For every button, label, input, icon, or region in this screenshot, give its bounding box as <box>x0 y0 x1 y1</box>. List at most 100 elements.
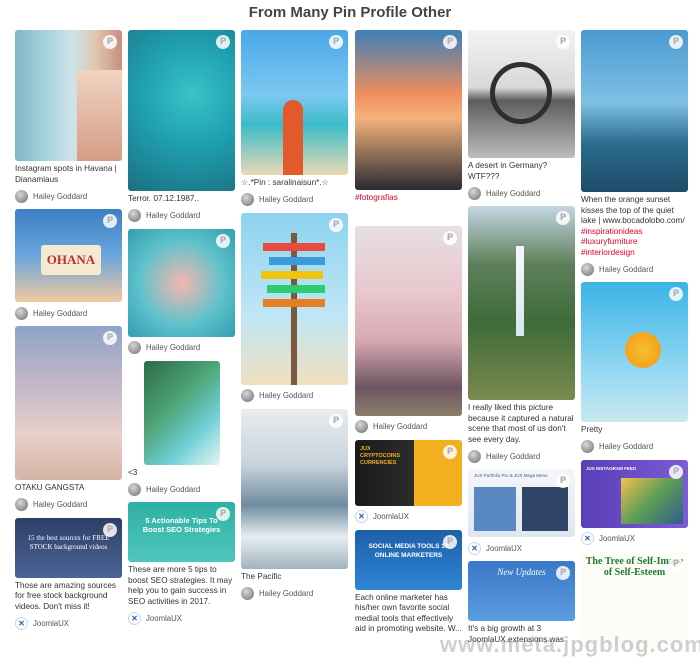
pin-image[interactable]: P <box>355 225 462 416</box>
pin-image[interactable]: P <box>15 30 122 161</box>
pin-image[interactable]: OHANA P <box>15 209 122 302</box>
pinterest-icon[interactable]: P <box>329 413 343 428</box>
pinterest-icon[interactable]: P <box>556 35 570 49</box>
pin-author[interactable]: ✕ JoomlaUX <box>468 541 575 555</box>
pin-image[interactable]: 15 the best sources for FREE STOCK backg… <box>15 517 122 578</box>
pin-author[interactable]: Hailey Goddard <box>128 209 235 223</box>
ohana-sign: OHANA <box>41 245 101 275</box>
pinterest-icon[interactable]: P <box>103 214 117 228</box>
pin-image[interactable]: JUX Portfolio Pro & JUX Mega Menu P <box>468 469 575 537</box>
pin-image[interactable]: JUX CRYPTOCOINS CURRENCIES P <box>355 439 462 506</box>
avatar <box>128 209 141 222</box>
pinterest-icon[interactable]: P <box>103 331 117 345</box>
pinterest-icon[interactable]: P <box>669 287 683 301</box>
pin-image[interactable] <box>144 360 220 465</box>
pin-card[interactable]: P When the orange sunset kisses the top … <box>581 30 688 276</box>
pin-card[interactable]: P A desert in Germany? WTF??? Hailey God… <box>468 30 575 200</box>
pinterest-icon[interactable]: P <box>443 230 457 245</box>
pin-author[interactable]: Hailey Goddard <box>241 389 348 403</box>
pin-image[interactable]: P <box>468 206 575 400</box>
avatar <box>128 341 141 354</box>
pin-card[interactable]: P Instagram spots in Havana | Dianamiaus… <box>15 30 122 203</box>
pin-card[interactable]: JUX CRYPTOCOINS CURRENCIES P ✕ JoomlaUX <box>355 439 462 524</box>
pin-image[interactable]: P <box>241 30 348 175</box>
pinterest-icon[interactable]: P <box>443 534 457 549</box>
pinterest-icon[interactable]: P <box>556 474 570 488</box>
pin-caption: <3 <box>128 467 138 477</box>
pin-image[interactable]: P <box>355 30 462 190</box>
pin-hashtag[interactable]: #luxuryfurniture <box>581 237 688 248</box>
pin-author[interactable]: Hailey Goddard <box>15 189 122 203</box>
pin-card[interactable]: P OTAKU GANGSTA Hailey Goddard <box>15 326 122 512</box>
pin-image[interactable]: P <box>581 30 688 192</box>
pinterest-icon[interactable]: P <box>329 35 343 49</box>
pin-author[interactable]: Hailey Goddard <box>128 482 235 496</box>
pin-author[interactable]: Hailey Goddard <box>468 186 575 200</box>
pin-image[interactable]: New Updates P <box>468 561 575 621</box>
pin-card[interactable]: 15 the best sources for FREE STOCK backg… <box>15 517 122 631</box>
pinterest-icon[interactable]: P <box>556 566 570 580</box>
pin-author[interactable]: Hailey Goddard <box>15 498 122 512</box>
avatar <box>241 193 254 206</box>
pin-image[interactable]: P <box>241 408 348 569</box>
pin-author[interactable]: Hailey Goddard <box>241 586 348 600</box>
pin-image[interactable]: P <box>15 326 122 480</box>
pin-column-5: P A desert in Germany? WTF??? Hailey God… <box>468 30 575 651</box>
pin-hashtag[interactable]: #fotografias <box>355 193 462 204</box>
pin-caption: Instagram spots in Havana | Dianamiaus <box>15 164 117 184</box>
pin-author[interactable]: Hailey Goddard <box>355 420 462 434</box>
pinterest-icon[interactable]: P <box>103 522 117 537</box>
pinterest-icon[interactable]: P <box>669 556 683 571</box>
pinterest-icon[interactable]: P <box>669 35 683 49</box>
pin-author[interactable]: Hailey Goddard <box>581 440 688 454</box>
pin-image[interactable]: P <box>128 228 235 337</box>
pin-image[interactable]: P <box>128 30 235 191</box>
pinterest-icon[interactable]: P <box>216 507 230 521</box>
pin-card[interactable]: SOCIAL MEDIA TOOLS 17 ONLINE MARKETERS P… <box>355 529 462 635</box>
pin-image[interactable]: JUX INSTAGRAM FEED P <box>581 459 688 528</box>
pin-author[interactable]: Hailey Goddard <box>15 306 122 320</box>
pinterest-icon[interactable]: P <box>556 211 570 225</box>
pinterest-icon[interactable]: P <box>669 464 683 479</box>
pin-card[interactable]: 5 Actionable Tips To Boost SEO Strategie… <box>128 502 235 625</box>
pin-card[interactable]: P Terror. 07.12.1987.. Hailey Goddard <box>128 30 235 223</box>
pin-author[interactable]: ✕ JoomlaUX <box>128 611 235 625</box>
avatar <box>15 189 28 203</box>
pinterest-icon[interactable]: P <box>443 35 457 49</box>
pin-card[interactable]: P Hailey Goddard <box>128 228 235 355</box>
pin-card[interactable]: OHANA P Hailey Goddard <box>15 209 122 320</box>
pin-card[interactable]: <3 Hailey Goddard <box>128 360 235 497</box>
pin-hashtag[interactable]: #inspirationideas <box>581 227 688 238</box>
pin-author[interactable]: ✕ JoomlaUX <box>581 532 688 546</box>
pinterest-icon[interactable]: P <box>216 35 230 49</box>
pin-card[interactable]: P #fotografias <box>355 30 462 204</box>
pin-card[interactable]: P Hailey Goddard <box>355 225 462 434</box>
instagram-feed-banner: JUX INSTAGRAM FEED <box>586 465 637 471</box>
pin-image[interactable]: P <box>468 30 575 158</box>
pin-author[interactable]: Hailey Goddard <box>468 449 575 463</box>
pinterest-icon[interactable]: P <box>329 217 343 232</box>
pin-card[interactable]: JUX Portfolio Pro & JUX Mega Menu P ✕ Joo… <box>468 469 575 555</box>
joomlaux-logo-icon: ✕ <box>355 510 368 523</box>
pin-card[interactable]: JUX INSTAGRAM FEED P ✕ JoomlaUX <box>581 459 688 546</box>
pin-card[interactable]: P ☆.*Pin : saralinaisun*.☆ Hailey Goddar… <box>241 30 348 207</box>
pin-image[interactable]: P <box>241 212 348 385</box>
pin-author[interactable]: Hailey Goddard <box>241 193 348 207</box>
pin-card[interactable]: P I really liked this picture because it… <box>468 206 575 463</box>
pinterest-icon[interactable]: P <box>103 35 117 49</box>
pinterest-icon[interactable]: P <box>443 444 457 459</box>
pin-image[interactable]: SOCIAL MEDIA TOOLS 17 ONLINE MARKETERS P <box>355 529 462 590</box>
pin-author[interactable]: Hailey Goddard <box>581 262 688 276</box>
pin-card[interactable]: P The Pacific Hailey Goddard <box>241 408 348 601</box>
pin-author[interactable]: ✕ JoomlaUX <box>355 510 462 524</box>
pin-card[interactable]: P Pretty Hailey Goddard <box>581 282 688 454</box>
pin-caption: When the orange sunset kisses the top of… <box>581 195 685 225</box>
pin-author[interactable]: Hailey Goddard <box>128 341 235 355</box>
pin-image[interactable]: P <box>581 282 688 422</box>
pinterest-icon[interactable]: P <box>216 233 230 248</box>
pin-image[interactable]: 5 Actionable Tips To Boost SEO Strategie… <box>128 502 235 562</box>
avatar <box>468 449 481 463</box>
pin-author[interactable]: ✕ JoomlaUX <box>15 616 122 630</box>
pin-card[interactable]: P Hailey Goddard <box>241 212 348 403</box>
pin-hashtag[interactable]: #interiordesign <box>581 248 688 259</box>
